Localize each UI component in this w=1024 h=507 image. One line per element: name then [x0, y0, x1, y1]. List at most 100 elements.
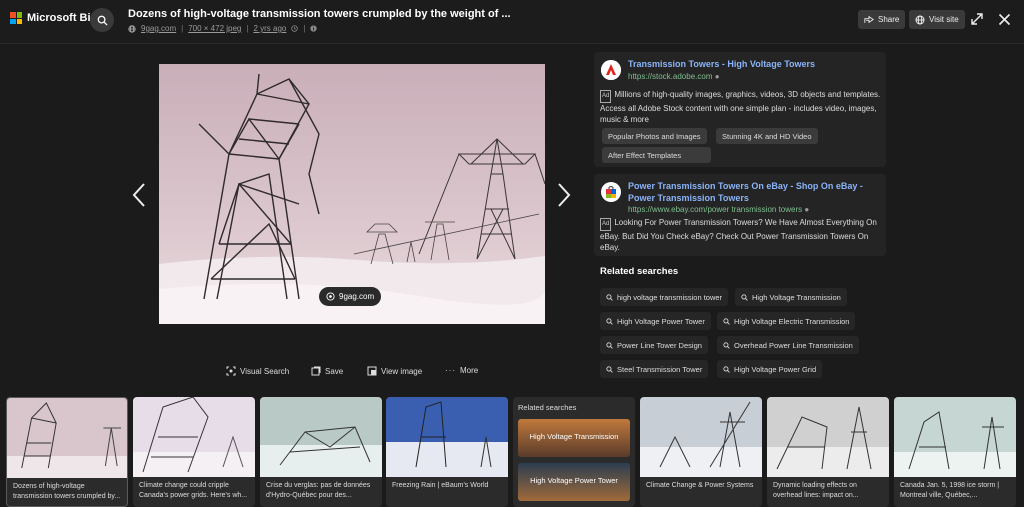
thumbnail-card[interactable]: Crise du verglas: pas de données d'Hydro… [260, 397, 382, 507]
thumbnail-caption: Dynamic loading effects on overhead line… [773, 482, 859, 499]
thumbnail-image [386, 397, 508, 477]
ad-description: Ad Looking For Power Transmission Towers?… [600, 217, 882, 253]
thumbnail-image [7, 398, 127, 478]
previous-image-button[interactable] [131, 180, 147, 210]
ad-tag: Ad [600, 218, 612, 231]
share-icon [864, 15, 874, 24]
ad-title[interactable]: Power Transmission Towers On eBay - Shop… [628, 180, 880, 204]
ad-sitelink[interactable]: Popular Photos and Images [602, 128, 707, 144]
save-button[interactable]: Save [311, 366, 343, 376]
save-icon [311, 366, 321, 376]
dimensions-link[interactable]: 700 × 472 jpeg [188, 24, 241, 33]
ad-sitelink[interactable]: After Effect Templates [602, 147, 711, 163]
search-button[interactable] [90, 8, 114, 32]
related-search-tile-label: High Voltage Power Tower [530, 476, 618, 485]
ad-sitelink[interactable]: Stunning 4K and HD Video [716, 128, 818, 144]
image-title[interactable]: Dozens of high-voltage transmission towe… [128, 8, 511, 20]
ad-card-ebay: Power Transmission Towers On eBay - Shop… [594, 174, 886, 256]
info-dot-icon: ● [714, 72, 720, 81]
related-search-chip[interactable]: High Voltage Electric Transmission [717, 312, 856, 330]
next-image-button[interactable] [556, 180, 572, 210]
globe-icon [128, 24, 136, 33]
ad-title[interactable]: Transmission Towers - High Voltage Tower… [628, 58, 880, 70]
related-search-label: High Voltage Power Tower [617, 316, 705, 326]
thumbnail-card[interactable]: Climate Change & Power Systems [640, 397, 762, 507]
ad-description-text: Millions of high-quality images, graphic… [600, 90, 881, 124]
search-icon [606, 317, 613, 325]
meta-separator: | [303, 24, 306, 33]
header-bar: Microsoft Bing Dozens of high-voltage tr… [0, 0, 1024, 44]
related-search-chip[interactable]: High Voltage Power Grid [717, 360, 823, 378]
view-image-label: View image [381, 366, 423, 376]
visit-site-button[interactable]: Visit site [909, 10, 965, 29]
related-search-tile[interactable]: High Voltage Transmission [518, 419, 630, 457]
main-image[interactable] [159, 64, 545, 324]
thumbnail-card[interactable]: Dynamic loading effects on overhead line… [767, 397, 889, 507]
thumbnail-card[interactable]: Climate change could cripple Canada's po… [133, 397, 255, 507]
view-image-button[interactable]: View image [367, 366, 422, 376]
search-icon [606, 365, 613, 373]
thumbnail-caption: Climate Change & Power Systems [646, 482, 754, 489]
related-search-label: Steel Transmission Tower [617, 364, 703, 374]
search-icon [723, 341, 730, 349]
fullscreen-button[interactable] [969, 11, 985, 27]
related-search-chip[interactable]: high voltage transmission tower [600, 288, 729, 306]
related-searches-strip: Related searches High Voltage Transmissi… [513, 397, 635, 507]
more-dots-icon: ··· [445, 366, 456, 375]
source-chip-label: 9gag.com [339, 292, 375, 301]
related-search-chip[interactable]: Overhead Power Line Transmission [717, 336, 859, 354]
chevron-right-icon [558, 183, 571, 207]
search-icon [723, 365, 730, 373]
close-icon [998, 13, 1010, 25]
related-search-chip[interactable]: High Voltage Power Tower [600, 312, 711, 330]
related-search-chip[interactable]: High Voltage Transmission [735, 288, 847, 306]
ad-url[interactable]: https://stock.adobe.com ● [628, 72, 720, 81]
source-chip[interactable]: 9gag.com [319, 287, 382, 306]
visual-search-button[interactable]: Visual Search [226, 366, 289, 376]
share-button[interactable]: Share [858, 10, 906, 29]
thumbnail-caption: Dozens of high-voltage transmission towe… [13, 483, 121, 500]
thumbnail-image [767, 397, 889, 477]
ad-tag: Ad [600, 90, 612, 103]
ebay-bag-icon [601, 182, 621, 202]
thumbnail-image [640, 397, 762, 477]
thumbnail-caption: Crise du verglas: pas de données d'Hydro… [266, 482, 371, 499]
ad-description-text: Looking For Power Transmission Towers? W… [600, 218, 877, 252]
search-icon [97, 15, 108, 26]
thumbnail-card[interactable]: Canada Jan. 5, 1998 ice storm | Montreal… [894, 397, 1016, 507]
collapsed-towers-photo [159, 64, 545, 324]
related-search-tile-label: High Voltage Transmission [529, 432, 619, 441]
related-searches-strip-title: Related searches [518, 403, 577, 412]
info-icon[interactable] [310, 25, 318, 32]
related-search-chip[interactable]: Steel Transmission Tower [600, 360, 709, 378]
search-icon [606, 293, 613, 301]
ad-description: Ad Millions of high-quality images, graph… [600, 89, 882, 125]
thumbnail-image [894, 397, 1016, 477]
ad-url-text: https://www.ebay.com/power transmission … [628, 205, 803, 214]
related-search-chip[interactable]: Power Line Tower Design [600, 336, 708, 354]
microsoft-logo-icon [10, 12, 22, 24]
related-search-label: high voltage transmission tower [617, 292, 723, 302]
related-search-label: High Voltage Power Grid [734, 364, 817, 374]
thumbnail-image [133, 397, 255, 477]
ad-url[interactable]: https://www.ebay.com/power transmission … [628, 205, 809, 214]
related-search-tile[interactable]: High Voltage Power Tower [518, 463, 630, 501]
related-search-label: Power Line Tower Design [617, 340, 702, 350]
view-image-icon [367, 366, 377, 376]
image-meta: 9gag.com | 700 × 472 jpeg | 2 yrs ago | [128, 24, 318, 33]
visual-search-icon [226, 366, 236, 376]
related-search-label: High Voltage Transmission [752, 292, 841, 302]
share-label: Share [878, 15, 900, 24]
search-icon [723, 317, 730, 325]
visit-site-label: Visit site [929, 15, 959, 24]
close-button[interactable] [996, 11, 1012, 27]
info-dot-icon: ● [804, 205, 810, 214]
thumbnail-card[interactable]: Freezing Rain | eBaum's World [386, 397, 508, 507]
thumbnail-caption: Canada Jan. 5, 1998 ice storm | Montreal… [900, 482, 1000, 499]
related-search-label: High Voltage Electric Transmission [734, 316, 850, 326]
thumbnail-card[interactable]: Dozens of high-voltage transmission towe… [6, 397, 128, 507]
more-button[interactable]: ··· More [445, 366, 478, 375]
save-label: Save [325, 366, 344, 376]
source-domain-link[interactable]: 9gag.com [141, 24, 176, 33]
age-link[interactable]: 2 yrs ago [253, 24, 286, 33]
